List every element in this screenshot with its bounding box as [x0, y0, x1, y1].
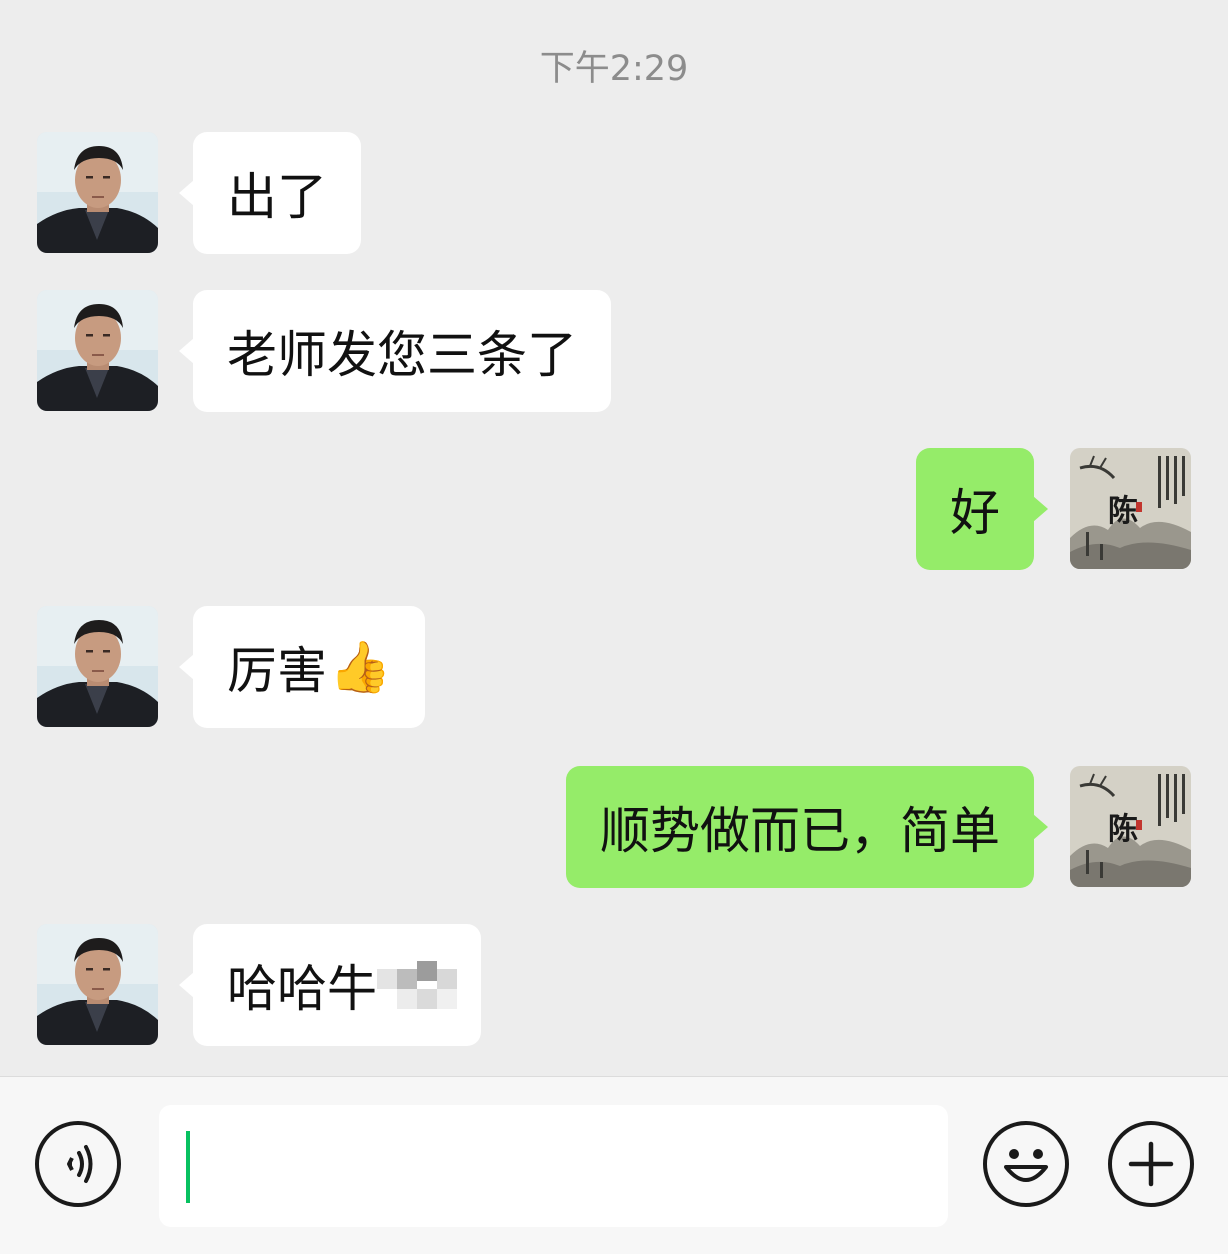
message-timestamp: 下午2:29: [539, 49, 689, 89]
message-text: 厉害: [227, 642, 327, 700]
incoming-message-bubble[interactable]: 厉害 👍: [178, 606, 426, 728]
input-bar: [0, 1076, 1228, 1254]
contact-avatar-image: [37, 290, 158, 411]
message-text: 老师发您三条了: [227, 326, 577, 384]
thumbs-up-emoji: 👍: [329, 637, 392, 696]
self-avatar-seal-text: 陈: [1108, 494, 1138, 529]
message-text: 哈哈牛: [227, 960, 377, 1018]
message-input[interactable]: [159, 1105, 948, 1227]
voice-button[interactable]: [35, 1121, 121, 1207]
voice-icon: [67, 1145, 93, 1183]
chat-area: 下午2:29 出了 老师发您三条了 好 陈 厉害 👍 顺势做而已，简单 陈 哈哈…: [0, 0, 1228, 1076]
self-avatar[interactable]: 陈: [1070, 448, 1191, 569]
plus-icon: [1128, 1141, 1174, 1187]
message-text: 顺势做而已，简单: [600, 802, 1000, 860]
emoji-button[interactable]: [983, 1121, 1069, 1207]
incoming-message-bubble[interactable]: 老师发您三条了: [179, 290, 611, 412]
more-button[interactable]: [1108, 1121, 1194, 1207]
contact-avatar[interactable]: [37, 924, 158, 1045]
message-text: 好: [950, 484, 1000, 542]
self-avatar-seal-text: 陈: [1108, 812, 1138, 847]
contact-avatar-image: [37, 132, 158, 253]
incoming-message-bubble[interactable]: 出了: [179, 132, 361, 254]
message-text: 出了: [227, 168, 327, 226]
contact-avatar[interactable]: [37, 606, 158, 727]
outgoing-message-bubble[interactable]: 顺势做而已，简单: [566, 766, 1048, 888]
redacted-mosaic: [377, 955, 467, 1015]
contact-avatar[interactable]: [37, 290, 158, 411]
contact-avatar[interactable]: [37, 132, 158, 253]
text-caret: [186, 1131, 190, 1203]
self-avatar[interactable]: 陈: [1070, 766, 1191, 887]
contact-avatar-image: [37, 606, 158, 727]
incoming-message-bubble[interactable]: 哈哈牛: [179, 924, 481, 1046]
emoji-icon: [1004, 1149, 1048, 1182]
outgoing-message-bubble[interactable]: 好: [916, 448, 1048, 570]
contact-avatar-image: [37, 924, 158, 1045]
